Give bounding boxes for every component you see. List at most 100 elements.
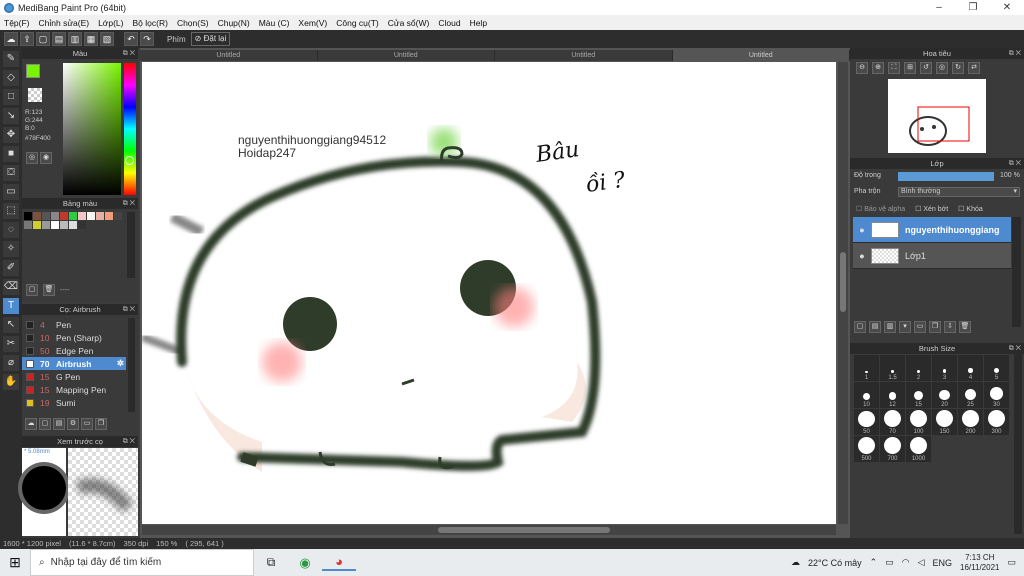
brush-item[interactable]: 70 Airbrush ✲ [22,357,126,370]
volume-icon[interactable]: ◁ [918,557,925,568]
brush-size-option[interactable]: 70 [880,409,905,435]
drawing-canvas[interactable]: nguyenthihuonggiang94512 Hoidap247 Bâu ồ… [142,62,836,524]
palette-swatch[interactable] [78,221,86,229]
brush-size-option[interactable]: 15 [906,382,931,408]
eyedropper-icon[interactable]: ⌀ [3,355,19,371]
select-tool-icon[interactable]: ⬚ [3,203,19,219]
color-wheel-icon[interactable]: ◎ [26,152,38,164]
folder-icon[interactable]: ▭ [914,321,926,333]
share-icon[interactable]: ⇪ [20,32,34,46]
maximize-button[interactable]: ❐ [956,2,990,13]
transparent-swatch[interactable] [28,88,42,102]
foreground-color-swatch[interactable] [26,64,40,78]
zoom-in-icon[interactable]: ⊕ [872,62,884,74]
brush-size-option[interactable]: 500 [854,436,879,462]
medibang-taskbar-icon[interactable]: ◕ [322,554,356,571]
notification-icon[interactable]: ▭ [1007,557,1016,568]
snap-icon[interactable]: ▧ [100,32,114,46]
palette-swatch[interactable] [51,212,59,220]
palette-swatch[interactable] [60,212,68,220]
close-button[interactable]: ✕ [990,2,1024,13]
brush-settings-icon[interactable]: ⚙ [67,418,79,430]
brush-size-option[interactable]: 2 [906,355,931,381]
horizontal-scrollbar[interactable] [142,525,836,535]
visibility-eye-icon[interactable]: ● [857,225,867,235]
new-halftone-layer-icon[interactable]: ▤ [869,321,881,333]
brush-size-option[interactable]: 1000 [906,436,931,462]
clip-checkbox[interactable]: ☐ Xén bớt [915,205,948,213]
brush-size-option[interactable]: 12 [880,382,905,408]
navigator-thumbnail[interactable] [888,79,986,153]
undo-icon[interactable]: ↶ [124,32,138,46]
menu-view[interactable]: Xem(V) [298,18,327,28]
palette-swatch[interactable] [105,212,113,220]
palette-swatch[interactable] [24,212,32,220]
brush-size-option[interactable]: 100 [906,409,931,435]
brush-size-option[interactable]: 50 [854,409,879,435]
palette-swatch[interactable] [33,221,41,229]
actual-size-icon[interactable]: ⊞ [904,62,916,74]
brush-size-scrollbar[interactable] [1014,354,1022,534]
brush-size-option[interactable]: 700 [880,436,905,462]
tab-untitled-1[interactable]: Untitled [140,50,318,61]
menu-window[interactable]: Cửa sổ(W) [388,18,430,28]
delete-layer-icon[interactable]: 🗑 [959,321,971,333]
menu-filter[interactable]: Bộ lọc(R) [133,18,168,28]
taskbar-search[interactable]: ⌕ Nhập tại đây để tìm kiếm [30,549,254,576]
brush-item[interactable]: 4 Pen [22,318,126,331]
palette-scrollbar[interactable] [127,212,135,278]
cloud-icon[interactable]: ☁ [4,32,18,46]
palette-swatch[interactable] [60,221,68,229]
blend-mode-select[interactable]: Bình thường ▾ [898,187,1020,197]
new-8bit-layer-icon[interactable]: ▥ [884,321,896,333]
color-picker-icon[interactable]: ◉ [40,152,52,164]
move-tool-icon[interactable]: ✥ [3,127,19,143]
brush-size-option[interactable]: 3 [932,355,957,381]
network-icon[interactable]: ▭ [885,557,894,568]
brush-size-option[interactable]: 1 [854,355,879,381]
palette-swatch[interactable] [42,212,50,220]
palette-swatch[interactable] [33,212,41,220]
saturation-value-picker[interactable] [63,63,121,195]
brush-item[interactable]: 50 Edge Pen [22,344,126,357]
visibility-eye-icon[interactable]: ● [857,251,867,261]
tab-untitled-3[interactable]: Untitled [495,50,673,61]
protect-alpha-checkbox[interactable]: ☐ Bảo vệ alpha [856,205,905,213]
dot-tool-icon[interactable]: ↘ [3,108,19,124]
palette-swatch[interactable] [42,221,50,229]
save-icon[interactable]: ▥ [68,32,82,46]
layer-scrollbar[interactable] [1012,217,1021,327]
zoom-out-icon[interactable]: ⊖ [856,62,868,74]
menu-layer[interactable]: Lớp(L) [98,18,123,28]
menu-color[interactable]: Màu (C) [259,18,290,28]
palette-swatch[interactable] [78,212,86,220]
clock[interactable]: 7:13 CH 16/11/2021 [960,553,999,573]
fill-rect-tool-icon[interactable]: ■ [3,146,19,162]
bucket-tool-icon[interactable]: ⛋ [3,165,19,181]
eraser-tool-icon[interactable]: ◇ [3,70,19,86]
menu-cloud[interactable]: Cloud [438,18,460,28]
palette-swatch[interactable] [69,212,77,220]
brush-script-icon[interactable]: ▤ [53,418,65,430]
menu-select[interactable]: Chọn(S) [177,18,209,28]
task-view-icon[interactable]: ⧉ [254,555,288,570]
brush-item[interactable]: 15 Mapping Pen [22,383,126,396]
brush-cloud-icon[interactable]: ☁ [25,418,37,430]
palette-swatch[interactable] [96,212,104,220]
brush-folder-icon[interactable]: ▭ [81,418,93,430]
flip-icon[interactable]: ⇄ [968,62,980,74]
palette-swatch[interactable] [24,221,32,229]
brush-size-option[interactable]: 200 [958,409,983,435]
select-eraser-icon[interactable]: ⌫ [3,279,19,295]
tab-untitled-2[interactable]: Untitled [317,50,495,61]
new-layer-icon[interactable]: ▢ [854,321,866,333]
brush-duplicate-icon[interactable]: ❐ [95,418,107,430]
merge-down-icon[interactable]: ⇩ [944,321,956,333]
brush-size-option[interactable]: 4 [958,355,983,381]
grid-icon[interactable]: ▦ [84,32,98,46]
redo-icon[interactable]: ↷ [140,32,154,46]
opacity-slider[interactable] [898,172,994,181]
delete-palette-icon[interactable]: 🗑 [43,284,55,296]
brush-item[interactable]: 19 Sumi [22,396,126,409]
reset-rotate-icon[interactable]: ◎ [936,62,948,74]
